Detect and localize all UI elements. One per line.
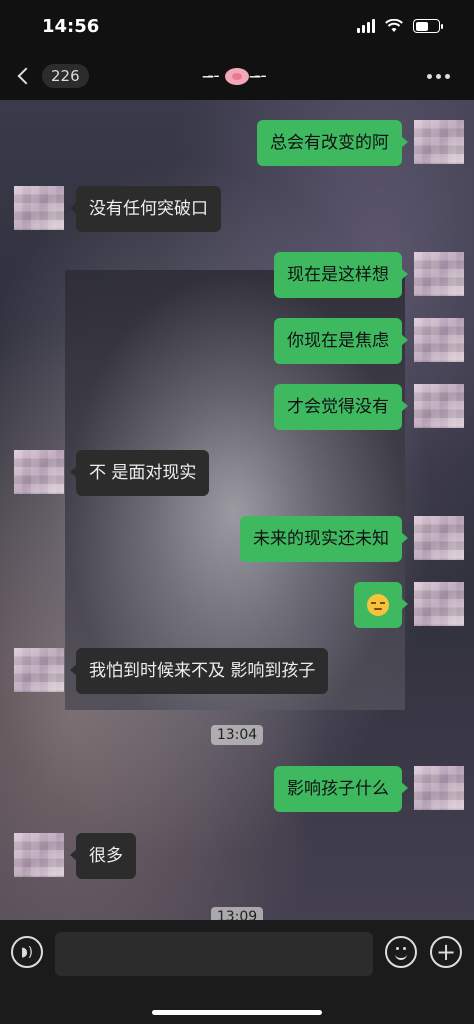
more-actions-button[interactable]: + — [430, 936, 462, 968]
message-bubble[interactable]: 总会有改变的阿 — [257, 120, 408, 166]
input-bar: ◗) + — [0, 920, 474, 1024]
more-options-button[interactable] — [427, 73, 450, 79]
voice-input-button[interactable]: ◗) — [11, 936, 43, 968]
message-bubble[interactable]: 我怕到时候来不及 影响到孩子 — [69, 648, 329, 694]
message-sent — [354, 582, 474, 628]
message-sent: 总会有改变的阿 — [257, 120, 474, 166]
message-bubble[interactable]: 不 是面对现实 — [69, 450, 210, 496]
message-bubble[interactable]: 现在是这样想 — [274, 252, 408, 298]
avatar[interactable] — [414, 120, 464, 164]
message-bubble[interactable]: 很多 — [70, 833, 136, 879]
wifi-icon — [385, 19, 403, 32]
unread-count-badge: 226 — [42, 64, 89, 88]
message-received: 不 是面对现实 — [0, 450, 210, 496]
back-button[interactable]: 226 — [17, 64, 89, 88]
message-bubble[interactable]: 没有任何突破口 — [70, 186, 221, 232]
chevron-left-icon — [17, 67, 35, 85]
message-received: 很多 — [0, 833, 136, 879]
avatar[interactable] — [14, 648, 64, 692]
battery-icon — [413, 19, 443, 33]
plus-icon: + — [435, 938, 457, 966]
signal-icon — [357, 19, 375, 33]
nav-bar: 226 -̶- -̶- — [0, 52, 474, 100]
avatar[interactable] — [14, 186, 64, 230]
chat-title-left: -̶- — [207, 66, 220, 86]
status-time: 14:56 — [42, 15, 100, 37]
message-bubble[interactable] — [354, 582, 408, 628]
pig-emoji-icon — [225, 67, 249, 85]
message-sent: 才会觉得没有 — [274, 384, 474, 430]
message-bubble[interactable]: 你现在是焦虑 — [274, 318, 408, 364]
message-sent: 现在是这样想 — [274, 252, 474, 298]
avatar[interactable] — [14, 833, 64, 877]
chat-title-right: -̶- — [254, 66, 267, 86]
emoji-button[interactable] — [385, 936, 417, 968]
avatar[interactable] — [414, 384, 464, 428]
message-timestamp: 13:04 — [0, 724, 474, 745]
home-indicator — [152, 1010, 322, 1015]
unamused-face-emoji-icon — [367, 594, 389, 616]
status-icons — [357, 19, 443, 33]
message-input[interactable] — [55, 932, 373, 976]
smiley-icon — [393, 945, 409, 960]
message-sent: 未来的现实还未知 — [240, 516, 474, 562]
message-bubble[interactable]: 影响孩子什么 — [274, 766, 408, 812]
message-received: 我怕到时候来不及 影响到孩子 — [0, 648, 329, 694]
message-bubble[interactable]: 才会觉得没有 — [274, 384, 408, 430]
avatar[interactable] — [414, 318, 464, 362]
avatar[interactable] — [414, 582, 464, 626]
avatar[interactable] — [414, 252, 464, 296]
status-bar: 14:56 — [0, 0, 474, 52]
message-bubble[interactable]: 未来的现实还未知 — [240, 516, 408, 562]
message-sent: 影响孩子什么 — [274, 766, 474, 812]
voice-icon: ◗) — [21, 944, 33, 960]
avatar[interactable] — [14, 450, 64, 494]
message-received: 没有任何突破口 — [0, 186, 221, 232]
message-sent: 你现在是焦虑 — [274, 318, 474, 364]
avatar[interactable] — [414, 766, 464, 810]
avatar[interactable] — [414, 516, 464, 560]
